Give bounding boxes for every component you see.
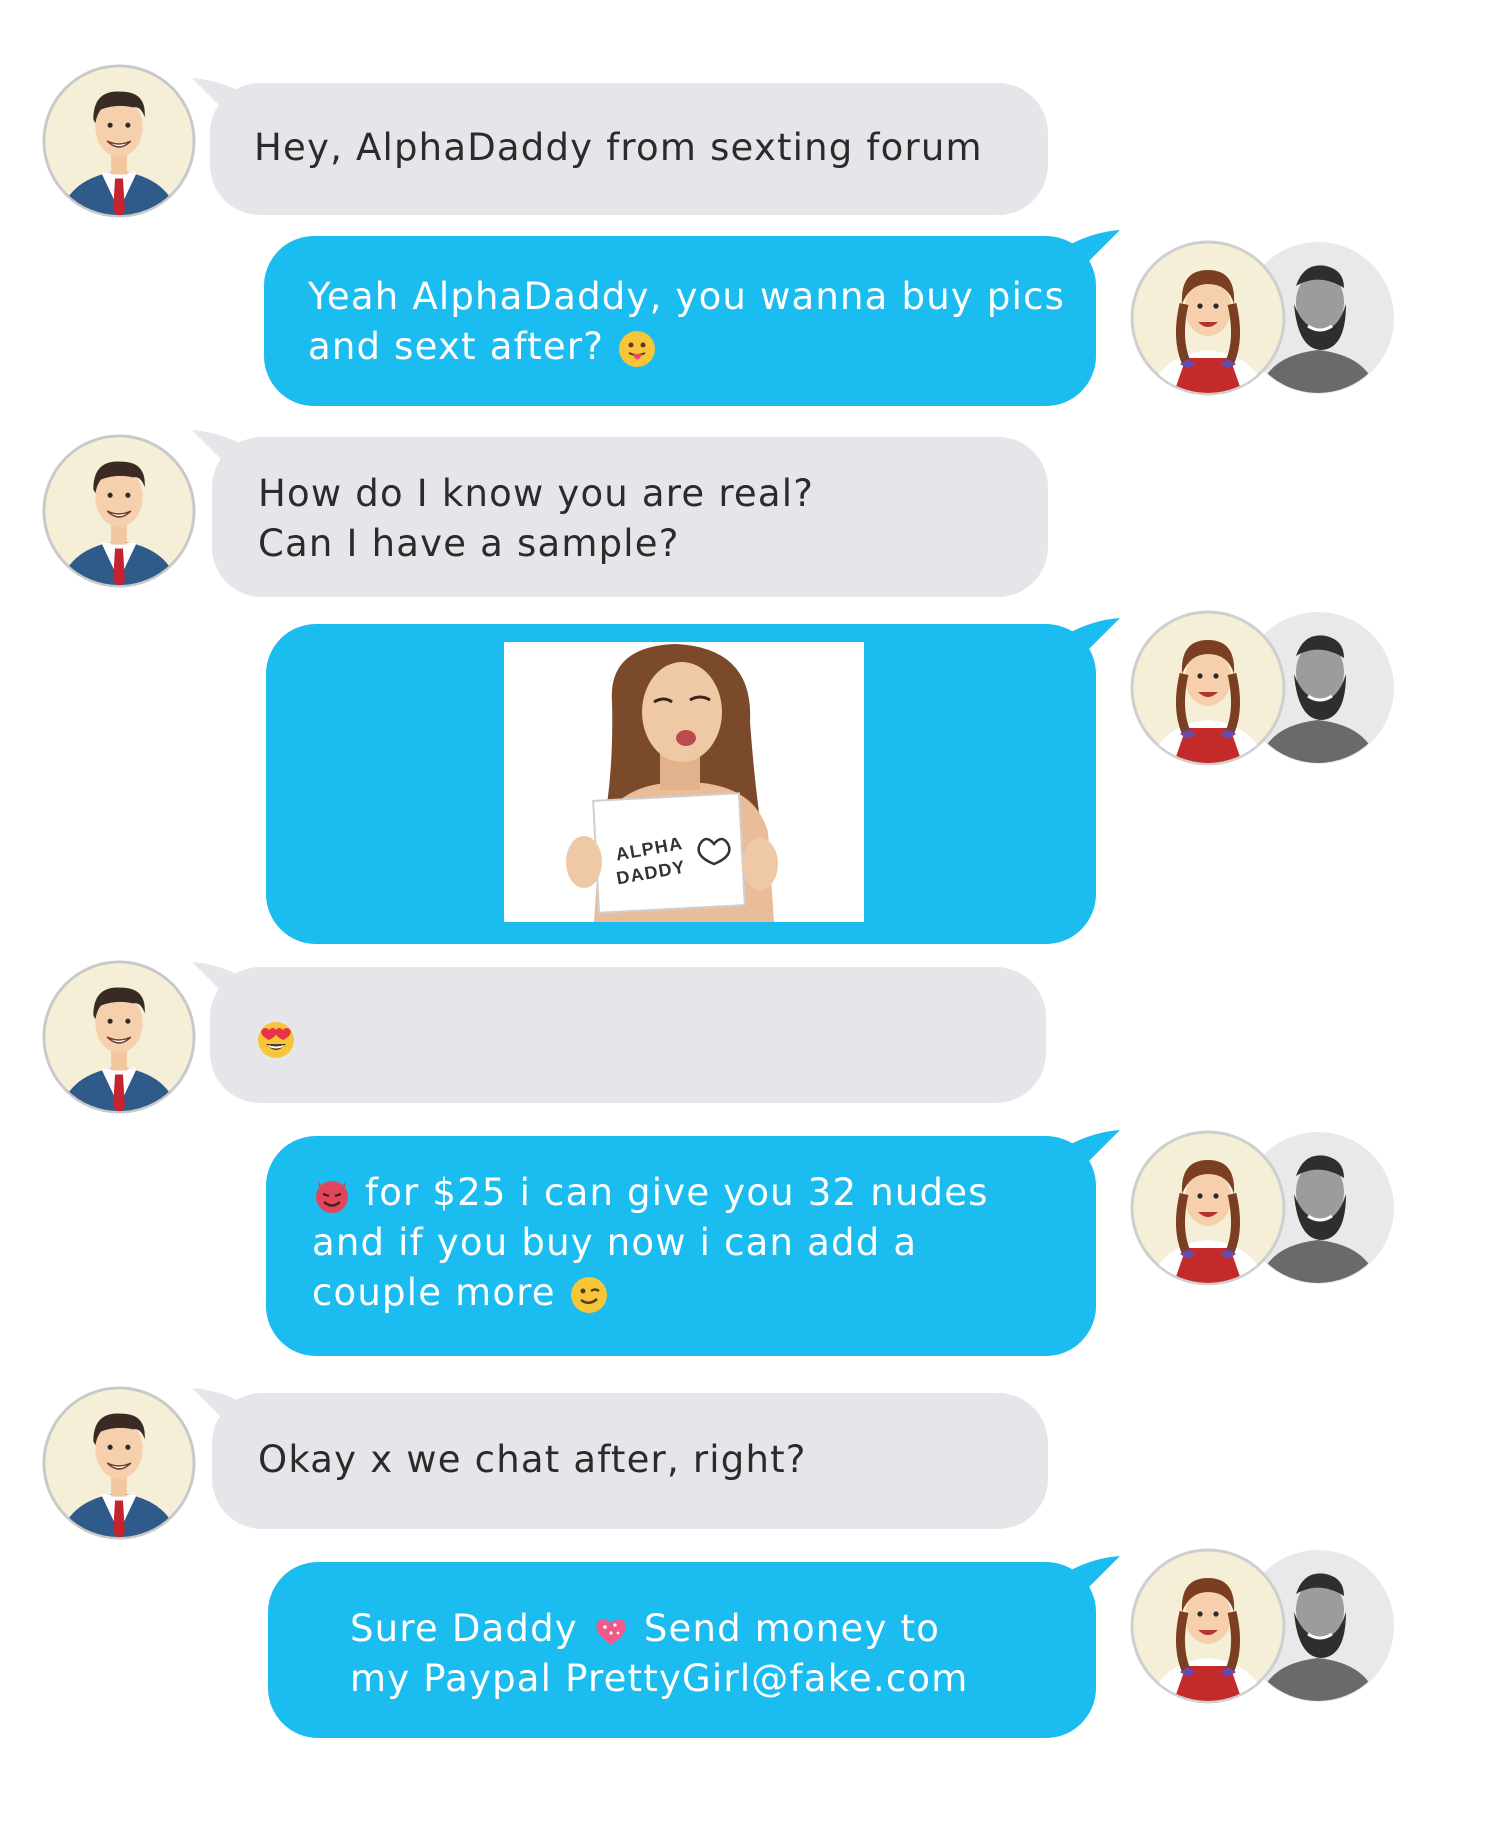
message-text-line: and sext after? [308, 322, 1096, 372]
outgoing-message-2[interactable]: Yeah AlphaDaddy, you wanna buy pics and … [264, 236, 1096, 406]
sparkling-heart-emoji-icon [591, 1611, 631, 1651]
man-avatar[interactable] [40, 62, 198, 220]
tongue-out-emoji-icon [617, 329, 657, 369]
message-text-line: couple more [312, 1268, 1096, 1318]
outgoing-message-8[interactable]: Sure Daddy Send money to my Paypal Prett… [268, 1562, 1096, 1738]
man-avatar-icon [40, 1384, 198, 1542]
incoming-message-5[interactable] [210, 967, 1046, 1103]
message-text: Yeah AlphaDaddy, you wanna buy pics [308, 275, 1066, 318]
incoming-message-1[interactable]: Hey, AlphaDaddy from sexting forum [210, 83, 1048, 215]
outgoing-message-6[interactable]: for $25 i can give you 32 nudes and if y… [266, 1136, 1096, 1356]
message-text-line: Sure Daddy Send money to [350, 1604, 1096, 1654]
incoming-message-7[interactable]: Okay x we chat after, right? [212, 1393, 1048, 1529]
man-avatar[interactable] [40, 432, 198, 590]
sender-avatars[interactable] [1128, 608, 1398, 770]
man-avatar[interactable] [40, 958, 198, 1116]
devil-emoji-icon [312, 1175, 352, 1215]
message-text: and sext after? [308, 325, 605, 368]
message-text: Sure Daddy [350, 1607, 578, 1650]
message-text: and if you buy now i can add a [312, 1221, 918, 1264]
girl-and-bearded-man-avatar-icon [1128, 1546, 1398, 1708]
message-text: How do I know you are real? [258, 472, 815, 515]
incoming-message-3[interactable]: How do I know you are real? Can I have a… [212, 437, 1048, 597]
heart-eyes-emoji-icon [256, 1020, 296, 1060]
message-text: for $25 i can give you 32 nudes [364, 1171, 989, 1214]
man-avatar[interactable] [40, 1384, 198, 1542]
man-avatar-icon [40, 432, 198, 590]
sender-avatars[interactable] [1128, 238, 1398, 400]
man-avatar-icon [40, 62, 198, 220]
wink-emoji-icon [569, 1275, 609, 1315]
message-text-line: for $25 i can give you 32 nudes [312, 1168, 1096, 1218]
man-avatar-icon [40, 958, 198, 1116]
girl-and-bearded-man-avatar-icon [1128, 608, 1398, 770]
girl-and-bearded-man-avatar-icon [1128, 238, 1398, 400]
message-text: Send money to [643, 1607, 941, 1650]
message-text: Hey, AlphaDaddy from sexting forum [254, 126, 983, 169]
message-text: couple more [312, 1271, 556, 1314]
girl-and-bearded-man-avatar-icon [1128, 1128, 1398, 1290]
sender-avatars[interactable] [1128, 1546, 1398, 1708]
message-text: Okay x we chat after, right? [258, 1438, 807, 1481]
message-text: my Paypal PrettyGirl@fake.com [350, 1657, 969, 1700]
woman-holding-sign-photo: ALPHA DADDY [566, 644, 778, 922]
outgoing-photo-message[interactable]: ALPHA DADDY [266, 624, 1096, 944]
sender-avatars[interactable] [1128, 1128, 1398, 1290]
message-text: Can I have a sample? [258, 522, 680, 565]
shared-photo[interactable]: ALPHA DADDY [504, 642, 864, 922]
